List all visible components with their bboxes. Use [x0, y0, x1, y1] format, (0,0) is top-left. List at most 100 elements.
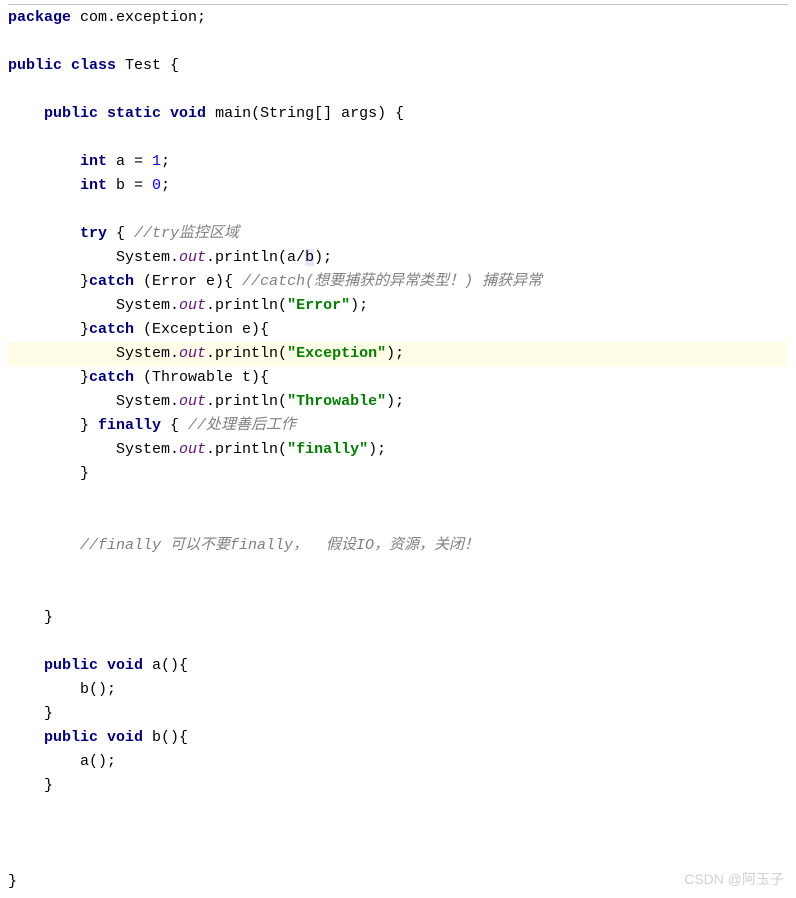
keyword-catch: catch: [89, 321, 134, 338]
code-line: a();: [8, 750, 788, 774]
comment: //try监控区域: [134, 225, 239, 242]
string-literal: "Throwable": [287, 393, 386, 410]
semicolon: ;: [161, 153, 170, 170]
code-line-empty: [8, 582, 788, 606]
code-line: int a = 1;: [8, 150, 788, 174]
static-field-out: out: [179, 249, 206, 266]
method-call: b();: [8, 681, 116, 698]
indent: [8, 225, 80, 242]
indent: }: [8, 417, 98, 434]
code-line-empty: [8, 486, 788, 510]
comment: //处理善后工作: [188, 417, 296, 434]
string-literal: "Exception": [287, 345, 386, 362]
method-signature: a(){: [143, 657, 188, 674]
close-brace: }: [8, 777, 53, 794]
code-line-empty: [8, 126, 788, 150]
keyword-void: void: [98, 729, 143, 746]
indent: [8, 153, 80, 170]
keyword-void: void: [161, 105, 206, 122]
comment: //finally 可以不要finally， 假设IO，资源，关闭！: [80, 537, 479, 554]
indent: [8, 657, 44, 674]
indent: [8, 729, 44, 746]
indent: }: [8, 321, 89, 338]
code-line-empty: [8, 30, 788, 54]
code-line-empty: [8, 630, 788, 654]
code-text: System.: [8, 393, 179, 410]
keyword-class: class: [62, 57, 116, 74]
keyword-public: public: [8, 57, 62, 74]
var-text: a =: [107, 153, 152, 170]
code-text: System.: [8, 441, 179, 458]
string-literal: "Error": [287, 297, 350, 314]
keyword-public: public: [44, 105, 98, 122]
code-line-empty: [8, 198, 788, 222]
code-line-current: System.out.println("Exception");: [8, 342, 788, 366]
keyword-try: try: [80, 225, 107, 242]
keyword-static: static: [98, 105, 161, 122]
code-line: }catch (Exception e){: [8, 318, 788, 342]
method-signature: b(){: [143, 729, 188, 746]
indent: }: [8, 273, 89, 290]
static-field-out: out: [179, 393, 206, 410]
code-text: .println(: [206, 441, 287, 458]
static-field-out: out: [179, 345, 206, 362]
code-text: System.: [8, 297, 179, 314]
code-line: }catch (Throwable t){: [8, 366, 788, 390]
code-line: System.out.println(a/b);: [8, 246, 788, 270]
keyword-int: int: [80, 177, 107, 194]
close-brace: }: [8, 609, 53, 626]
keyword-public: public: [44, 657, 98, 674]
catch-params: (Exception e){: [134, 321, 269, 338]
code-text: .println(a/: [206, 249, 305, 266]
code-text: );: [368, 441, 386, 458]
code-line: package com.exception;: [8, 6, 788, 30]
code-line-empty: [8, 510, 788, 534]
code-line: }catch (Error e){ //catch(想要捕获的异常类型！) 捕获…: [8, 270, 788, 294]
code-editor[interactable]: package com.exception; public class Test…: [8, 6, 788, 894]
code-line: public void b(){: [8, 726, 788, 750]
code-text: );: [386, 345, 404, 362]
code-text: .println(: [206, 393, 287, 410]
keyword-void: void: [98, 657, 143, 674]
var-text: b =: [107, 177, 152, 194]
close-brace: }: [8, 705, 53, 722]
keyword-catch: catch: [89, 273, 134, 290]
code-line: public void a(){: [8, 654, 788, 678]
code-text: .println(: [206, 345, 287, 362]
catch-params: (Error e){: [134, 273, 242, 290]
code-line: }: [8, 462, 788, 486]
catch-params: (Throwable t){: [134, 369, 269, 386]
code-line: try { //try监控区域: [8, 222, 788, 246]
code-line: }: [8, 774, 788, 798]
code-line: }: [8, 702, 788, 726]
static-field-out: out: [179, 441, 206, 458]
code-text: );: [314, 249, 332, 266]
number-literal: 0: [152, 177, 161, 194]
code-line: }: [8, 606, 788, 630]
code-line: } finally { //处理善后工作: [8, 414, 788, 438]
code-line-empty: [8, 822, 788, 846]
number-literal: 1: [152, 153, 161, 170]
code-text: System.: [8, 345, 179, 362]
code-line: b();: [8, 678, 788, 702]
indent: }: [8, 369, 89, 386]
keyword-package: package: [8, 9, 71, 26]
comment: //catch(想要捕获的异常类型！) 捕获异常: [242, 273, 542, 290]
close-brace: }: [8, 465, 89, 482]
code-line: public static void main(String[] args) {: [8, 102, 788, 126]
static-field-out: out: [179, 297, 206, 314]
code-line: System.out.println("Error");: [8, 294, 788, 318]
code-line-empty: [8, 846, 788, 870]
keyword-public: public: [44, 729, 98, 746]
method-signature: main(String[] args) {: [206, 105, 404, 122]
keyword-int: int: [80, 153, 107, 170]
indent: [8, 177, 80, 194]
brace: {: [107, 225, 134, 242]
package-name: com.exception;: [71, 9, 206, 26]
method-call: a();: [8, 753, 116, 770]
code-line-empty: [8, 78, 788, 102]
code-text: .println(: [206, 297, 287, 314]
class-declaration: Test {: [116, 57, 179, 74]
variable-highlighted: b: [305, 249, 314, 266]
code-line: System.out.println("Throwable");: [8, 390, 788, 414]
